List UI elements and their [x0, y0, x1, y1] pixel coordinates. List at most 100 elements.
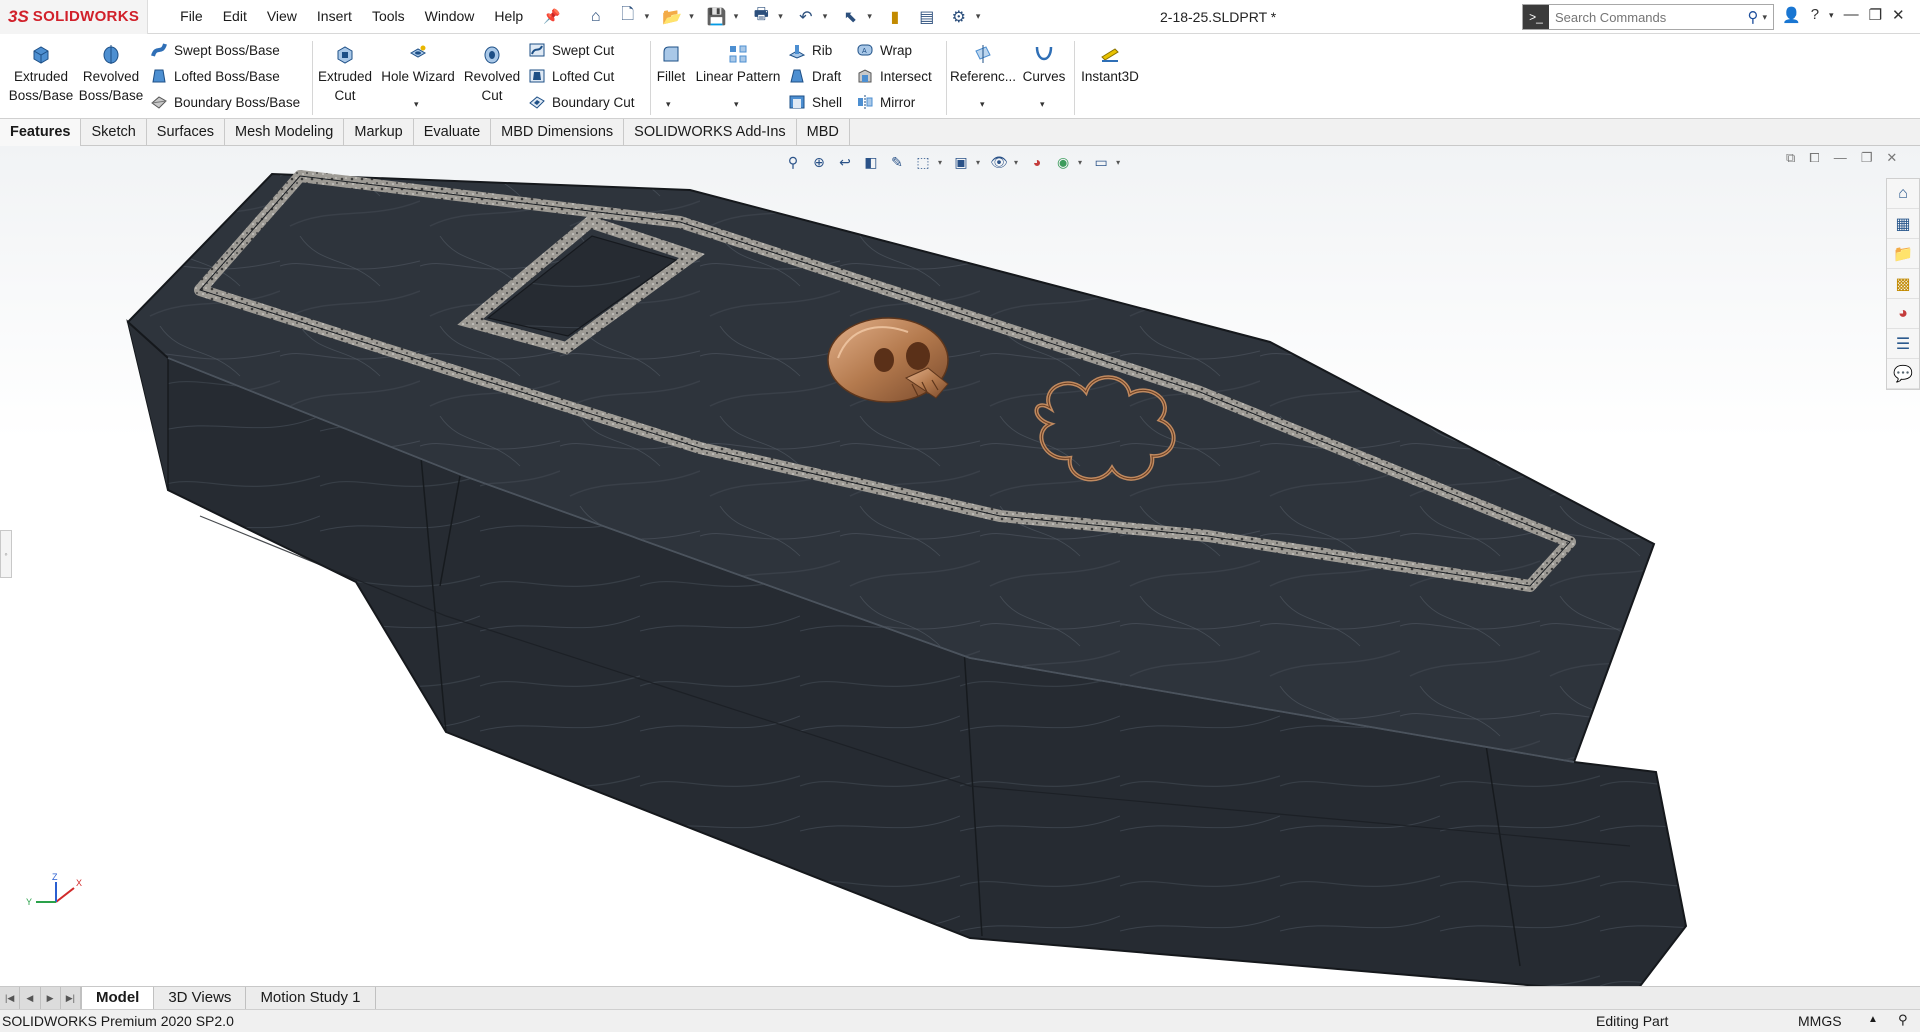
new-document-icon[interactable]: 🗋: [613, 4, 643, 30]
linear-pattern-button[interactable]: Linear Pattern: [692, 43, 784, 86]
options-caret-icon[interactable]: ▾: [976, 11, 981, 22]
search-caret-icon[interactable]: ▾: [1762, 12, 1767, 23]
intersect-button[interactable]: Intersect: [856, 67, 932, 85]
view-settings-caret-icon[interactable]: ▾: [1116, 158, 1120, 167]
menu-edit[interactable]: Edit: [213, 8, 257, 25]
tab-model[interactable]: Model: [82, 986, 155, 1010]
revolved-cut-button[interactable]: Revolved Cut: [460, 43, 524, 105]
lofted-boss-button[interactable]: Lofted Boss/Base: [150, 67, 280, 85]
view-settings-icon[interactable]: ▭: [1090, 152, 1112, 172]
forum-icon[interactable]: 💬: [1887, 359, 1919, 389]
menu-tools[interactable]: Tools: [362, 8, 415, 25]
hide-show-caret-icon[interactable]: ▾: [1014, 158, 1018, 167]
minimize-icon[interactable]: —: [1844, 6, 1859, 24]
file-properties-icon[interactable]: ▤: [912, 4, 942, 30]
apply-scene-icon[interactable]: ◉: [1052, 152, 1074, 172]
tab-3d-views[interactable]: 3D Views: [154, 986, 247, 1010]
menu-window[interactable]: Window: [415, 8, 485, 25]
coffin-model[interactable]: [0, 146, 1920, 986]
section-view-icon[interactable]: ◧: [860, 152, 882, 172]
tab-mesh-modeling[interactable]: Mesh Modeling: [225, 119, 345, 146]
dynamic-annotation-icon[interactable]: ✎: [886, 152, 908, 172]
tab-mbd-dimensions[interactable]: MBD Dimensions: [491, 119, 625, 146]
print-caret-icon[interactable]: ▾: [778, 11, 783, 22]
view-orientation-caret-icon[interactable]: ▾: [938, 158, 942, 167]
solidworks-logo[interactable]: 3S SOLIDWORKS: [0, 0, 149, 34]
tile-view-icon[interactable]: ⧠: [1809, 150, 1819, 166]
pin-icon[interactable]: 📌: [543, 8, 560, 25]
prev-tab-arrow-icon[interactable]: ◀: [20, 986, 41, 1010]
apply-scene-caret-icon[interactable]: ▾: [1078, 158, 1082, 167]
mirror-button[interactable]: Mirror: [856, 93, 915, 111]
swept-cut-button[interactable]: Swept Cut: [528, 41, 614, 59]
options-gear-icon[interactable]: ⚙: [944, 4, 974, 30]
skull-ornament[interactable]: [827, 317, 949, 403]
viewport-close-icon[interactable]: ✕: [1886, 150, 1897, 166]
unit-system-caret-icon[interactable]: ▲: [1868, 1014, 1878, 1025]
view-orientation-icon[interactable]: ⬚: [912, 152, 934, 172]
command-prompt-icon[interactable]: >_: [1523, 5, 1549, 29]
split-view-icon[interactable]: ⧉: [1786, 150, 1795, 166]
tab-features[interactable]: Features: [0, 119, 82, 146]
help-caret-icon[interactable]: ▾: [1829, 10, 1834, 24]
custom-properties-icon[interactable]: ☰: [1887, 329, 1919, 359]
swept-boss-button[interactable]: Swept Boss/Base: [150, 41, 280, 59]
design-library-icon[interactable]: ▦: [1887, 209, 1919, 239]
zoom-to-area-icon[interactable]: ⊕: [808, 152, 830, 172]
search-icon[interactable]: ⚲: [1743, 8, 1762, 26]
curves-caret-icon[interactable]: ▾: [1040, 99, 1045, 110]
boundary-cut-button[interactable]: Boundary Cut: [528, 93, 635, 111]
menu-insert[interactable]: Insert: [307, 8, 362, 25]
undo-icon[interactable]: ↶: [791, 4, 821, 30]
first-tab-arrow-icon[interactable]: |◀: [0, 986, 21, 1010]
shell-button[interactable]: Shell: [788, 93, 842, 111]
next-tab-arrow-icon[interactable]: ▶: [40, 986, 61, 1010]
instant3d-button[interactable]: Instant3D: [1076, 43, 1144, 86]
previous-view-icon[interactable]: ↩: [834, 152, 856, 172]
tab-evaluate[interactable]: Evaluate: [414, 119, 492, 146]
tab-solidworks-add-ins[interactable]: SOLIDWORKS Add-Ins: [624, 119, 797, 146]
lofted-cut-button[interactable]: Lofted Cut: [528, 67, 614, 85]
revolved-boss-button[interactable]: Revolved Boss/Base: [78, 43, 144, 105]
unit-system[interactable]: MMGS: [1798, 1013, 1842, 1029]
save-caret-icon[interactable]: ▾: [734, 11, 739, 22]
tab-markup[interactable]: Markup: [344, 119, 414, 146]
view-palette-icon[interactable]: ▩: [1887, 269, 1919, 299]
hide-show-items-icon[interactable]: 👁: [988, 152, 1010, 172]
edit-appearance-icon[interactable]: ◕: [1026, 152, 1048, 172]
hole-wizard-caret-icon[interactable]: ▾: [414, 99, 419, 110]
extruded-cut-button[interactable]: Extruded Cut: [316, 43, 374, 105]
display-style-caret-icon[interactable]: ▾: [976, 158, 980, 167]
reference-geometry-button[interactable]: Referenc...: [950, 43, 1016, 86]
quick-tips-icon[interactable]: ⚲: [1898, 1012, 1908, 1028]
display-style-icon[interactable]: ▣: [950, 152, 972, 172]
extruded-boss-button[interactable]: Extruded Boss/Base: [8, 43, 74, 105]
boundary-boss-button[interactable]: Boundary Boss/Base: [150, 93, 300, 111]
fillet-button[interactable]: Fillet: [652, 43, 690, 86]
home-icon[interactable]: ⌂: [581, 4, 611, 30]
fillet-caret-icon[interactable]: ▾: [666, 99, 671, 110]
graphics-area[interactable]: ⚲ ⊕ ↩ ◧ ✎ ⬚ ▾ ▣ ▾ 👁 ▾ ◕ ◉ ▾ ▭ ▾ ⧉ ⧠ — ❐ ✕ ⌂ ▦…: [0, 146, 1920, 986]
select-caret-icon[interactable]: ▾: [867, 11, 872, 22]
last-tab-arrow-icon[interactable]: ▶|: [60, 986, 81, 1010]
appearances-icon[interactable]: ◕: [1887, 299, 1919, 329]
tab-surfaces[interactable]: Surfaces: [147, 119, 226, 146]
viewport-minimize-icon[interactable]: —: [1834, 150, 1847, 166]
search-input[interactable]: [1549, 9, 1744, 25]
viewport-restore-icon[interactable]: ❐: [1861, 150, 1873, 166]
hole-wizard-button[interactable]: Hole Wizard: [378, 43, 458, 86]
undo-caret-icon[interactable]: ▾: [823, 11, 828, 22]
close-icon[interactable]: ✕: [1892, 6, 1905, 24]
open-icon[interactable]: 📂: [657, 4, 687, 30]
rebuild-icon[interactable]: ▮: [880, 4, 910, 30]
save-icon[interactable]: 💾: [702, 4, 732, 30]
rib-button[interactable]: Rib: [788, 41, 832, 59]
help-icon[interactable]: ?: [1811, 6, 1819, 24]
open-caret-icon[interactable]: ▾: [689, 11, 694, 22]
tab-mbd[interactable]: MBD: [797, 119, 850, 146]
curves-button[interactable]: Curves: [1018, 43, 1070, 86]
tab-sketch[interactable]: Sketch: [81, 119, 147, 146]
menu-file[interactable]: File: [170, 8, 213, 25]
select-icon[interactable]: ⬉: [835, 4, 865, 30]
print-icon[interactable]: 🖶: [746, 4, 776, 30]
